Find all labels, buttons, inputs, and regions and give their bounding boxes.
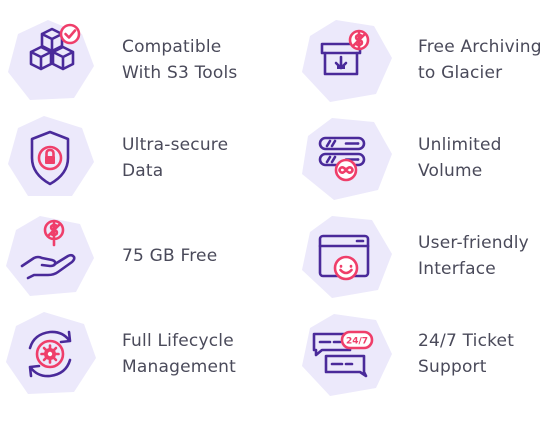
feature-ultra-secure: Ultra-secure Data xyxy=(0,112,270,204)
feature-label-line2: Data xyxy=(122,161,164,181)
feature-label: Unlimited Volume xyxy=(418,112,553,204)
feature-s3-compatible: Compatible With S3 Tools xyxy=(0,14,270,106)
feature-label-line2: to Glacier xyxy=(418,63,503,83)
feature-free-storage: 75 GB Free xyxy=(0,210,270,302)
feature-label: Free Archiving to Glacier xyxy=(418,14,553,106)
feature-label-line2: Support xyxy=(418,357,487,377)
feature-label-line1: 75 GB Free xyxy=(122,246,218,266)
badge-247-text: 24/7 xyxy=(346,337,368,347)
server-infinity-icon xyxy=(296,112,396,204)
feature-label: 75 GB Free xyxy=(122,210,272,302)
shield-lock-icon xyxy=(0,112,100,204)
feature-label-line1: Ultra-secure xyxy=(122,135,229,155)
feature-label-line1: Free Archiving xyxy=(418,37,542,57)
feature-label-line2: With S3 Tools xyxy=(122,63,238,83)
feature-label: Full Lifecycle Management xyxy=(122,308,272,400)
feature-label-line1: Compatible xyxy=(122,37,222,57)
cycle-gear-icon xyxy=(0,308,100,400)
feature-lifecycle-management: Full Lifecycle Management xyxy=(0,308,270,400)
feature-label-line2: Interface xyxy=(418,259,496,279)
feature-user-friendly: User-friendly Interface xyxy=(296,210,553,302)
feature-glacier-archiving: Free Archiving to Glacier xyxy=(296,14,553,106)
cubes-check-icon xyxy=(0,14,100,106)
archive-dollar-icon xyxy=(296,14,396,106)
feature-label-line2: Volume xyxy=(418,161,483,181)
feature-label-line1: User-friendly xyxy=(418,233,529,253)
window-smile-icon xyxy=(296,210,396,302)
feature-label-line1: Full Lifecycle xyxy=(122,331,234,351)
feature-label-line1: Unlimited xyxy=(418,135,502,155)
feature-unlimited-volume: Unlimited Volume xyxy=(296,112,553,204)
feature-label-line1: 24/7 Ticket xyxy=(418,331,515,351)
feature-label: Ultra-secure Data xyxy=(122,112,272,204)
feature-label: User-friendly Interface xyxy=(418,210,553,302)
chat-247-icon: 24/7 xyxy=(296,308,396,400)
hand-coin-icon xyxy=(0,210,100,302)
feature-ticket-support: 24/7 24/7 Ticket Support xyxy=(296,308,553,400)
feature-label: 24/7 Ticket Support xyxy=(418,308,553,400)
feature-label-line2: Management xyxy=(122,357,236,377)
feature-label: Compatible With S3 Tools xyxy=(122,14,272,106)
